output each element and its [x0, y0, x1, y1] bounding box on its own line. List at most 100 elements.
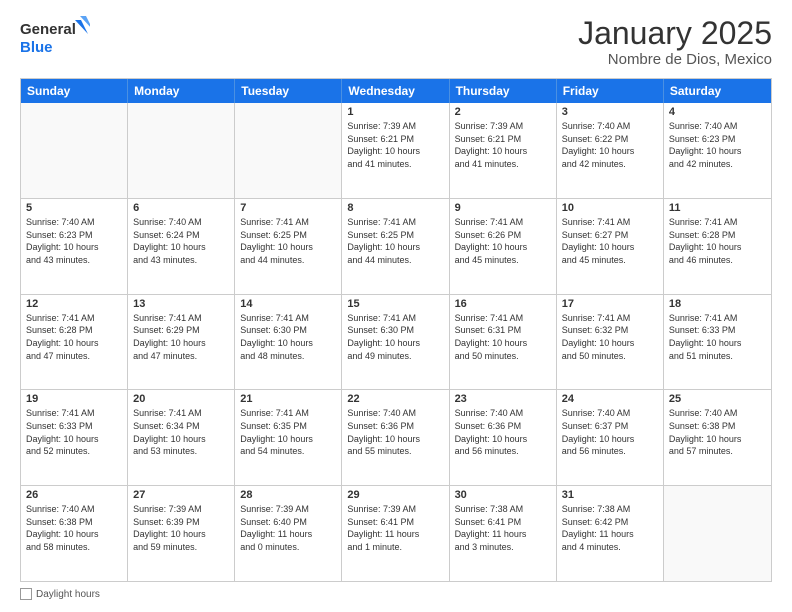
daylight-legend-box: [20, 588, 32, 600]
day-number: 24: [562, 393, 658, 405]
day-number: 31: [562, 489, 658, 501]
svg-text:Blue: Blue: [20, 39, 53, 56]
day-info: Sunrise: 7:39 AM Sunset: 6:41 PM Dayligh…: [347, 503, 443, 553]
calendar-cell: 27 Sunrise: 7:39 AM Sunset: 6:39 PM Dayli…: [128, 486, 235, 581]
day-info: Sunrise: 7:41 AM Sunset: 6:35 PM Dayligh…: [240, 407, 336, 457]
day-number: 1: [347, 106, 443, 118]
day-number: 7: [240, 202, 336, 214]
day-info: Sunrise: 7:39 AM Sunset: 6:40 PM Dayligh…: [240, 503, 336, 553]
day-number: 6: [133, 202, 229, 214]
day-number: 16: [455, 298, 551, 310]
day-number: 17: [562, 298, 658, 310]
day-number: 12: [26, 298, 122, 310]
day-info: Sunrise: 7:40 AM Sunset: 6:22 PM Dayligh…: [562, 120, 658, 170]
calendar-cell: 25 Sunrise: 7:40 AM Sunset: 6:38 PM Dayli…: [664, 390, 771, 485]
calendar: SundayMondayTuesdayWednesdayThursdayFrid…: [20, 78, 772, 582]
day-number: 25: [669, 393, 766, 405]
calendar-cell: 14Sunrise: 7:41 AM Sunset: 6:30 PM Dayli…: [235, 295, 342, 390]
calendar-cell: 24 Sunrise: 7:40 AM Sunset: 6:37 PM Dayli…: [557, 390, 664, 485]
cal-header-day: Friday: [557, 79, 664, 103]
calendar-cell: 23Sunrise: 7:40 AM Sunset: 6:36 PM Dayli…: [450, 390, 557, 485]
day-info: Sunrise: 7:40 AM Sunset: 6:23 PM Dayligh…: [669, 120, 766, 170]
calendar-cell: 15Sunrise: 7:41 AM Sunset: 6:30 PM Dayli…: [342, 295, 449, 390]
day-info: Sunrise: 7:40 AM Sunset: 6:38 PM Dayligh…: [669, 407, 766, 457]
calendar-header: SundayMondayTuesdayWednesdayThursdayFrid…: [21, 79, 771, 103]
day-info: Sunrise: 7:40 AM Sunset: 6:23 PM Dayligh…: [26, 216, 122, 266]
day-info: Sunrise: 7:40 AM Sunset: 6:36 PM Dayligh…: [455, 407, 551, 457]
cal-header-day: Sunday: [21, 79, 128, 103]
calendar-cell: 1 Sunrise: 7:39 AM Sunset: 6:21 PM Daylig…: [342, 103, 449, 198]
calendar-cell: [664, 486, 771, 581]
day-number: 13: [133, 298, 229, 310]
day-number: 15: [347, 298, 443, 310]
calendar-cell: 16 Sunrise: 7:41 AM Sunset: 6:31 PM Dayli…: [450, 295, 557, 390]
day-number: 11: [669, 202, 766, 214]
calendar-cell: 9Sunrise: 7:41 AM Sunset: 6:26 PM Daylig…: [450, 199, 557, 294]
calendar-cell: 29 Sunrise: 7:39 AM Sunset: 6:41 PM Dayli…: [342, 486, 449, 581]
calendar-row: 1 Sunrise: 7:39 AM Sunset: 6:21 PM Daylig…: [21, 103, 771, 198]
calendar-cell: [21, 103, 128, 198]
day-number: 20: [133, 393, 229, 405]
day-info: Sunrise: 7:39 AM Sunset: 6:21 PM Dayligh…: [347, 120, 443, 170]
calendar-cell: [128, 103, 235, 198]
day-number: 3: [562, 106, 658, 118]
day-number: 18: [669, 298, 766, 310]
header: General Blue January 2025 Nombre de Dios…: [20, 16, 772, 68]
calendar-cell: 31Sunrise: 7:38 AM Sunset: 6:42 PM Dayli…: [557, 486, 664, 581]
day-number: 30: [455, 489, 551, 501]
day-info: Sunrise: 7:41 AM Sunset: 6:33 PM Dayligh…: [26, 407, 122, 457]
calendar-cell: 22 Sunrise: 7:40 AM Sunset: 6:36 PM Dayli…: [342, 390, 449, 485]
footer: Daylight hours: [20, 588, 772, 600]
day-number: 4: [669, 106, 766, 118]
calendar-cell: 6 Sunrise: 7:40 AM Sunset: 6:24 PM Daylig…: [128, 199, 235, 294]
calendar-cell: 12 Sunrise: 7:41 AM Sunset: 6:28 PM Dayli…: [21, 295, 128, 390]
logo: General Blue: [20, 16, 90, 60]
day-info: Sunrise: 7:40 AM Sunset: 6:36 PM Dayligh…: [347, 407, 443, 457]
day-number: 29: [347, 489, 443, 501]
day-number: 21: [240, 393, 336, 405]
day-info: Sunrise: 7:41 AM Sunset: 6:25 PM Dayligh…: [240, 216, 336, 266]
day-number: 2: [455, 106, 551, 118]
day-info: Sunrise: 7:41 AM Sunset: 6:29 PM Dayligh…: [133, 312, 229, 362]
day-number: 27: [133, 489, 229, 501]
calendar-body: 1 Sunrise: 7:39 AM Sunset: 6:21 PM Daylig…: [21, 103, 771, 581]
day-number: 22: [347, 393, 443, 405]
calendar-cell: 3 Sunrise: 7:40 AM Sunset: 6:22 PM Daylig…: [557, 103, 664, 198]
day-info: Sunrise: 7:41 AM Sunset: 6:27 PM Dayligh…: [562, 216, 658, 266]
calendar-row: 26Sunrise: 7:40 AM Sunset: 6:38 PM Dayli…: [21, 485, 771, 581]
calendar-cell: 26Sunrise: 7:40 AM Sunset: 6:38 PM Dayli…: [21, 486, 128, 581]
day-info: Sunrise: 7:41 AM Sunset: 6:25 PM Dayligh…: [347, 216, 443, 266]
calendar-cell: 18Sunrise: 7:41 AM Sunset: 6:33 PM Dayli…: [664, 295, 771, 390]
calendar-cell: 19 Sunrise: 7:41 AM Sunset: 6:33 PM Dayli…: [21, 390, 128, 485]
calendar-cell: 7 Sunrise: 7:41 AM Sunset: 6:25 PM Daylig…: [235, 199, 342, 294]
calendar-cell: 2 Sunrise: 7:39 AM Sunset: 6:21 PM Daylig…: [450, 103, 557, 198]
day-info: Sunrise: 7:40 AM Sunset: 6:37 PM Dayligh…: [562, 407, 658, 457]
day-info: Sunrise: 7:39 AM Sunset: 6:21 PM Dayligh…: [455, 120, 551, 170]
day-number: 9: [455, 202, 551, 214]
calendar-cell: 10 Sunrise: 7:41 AM Sunset: 6:27 PM Dayli…: [557, 199, 664, 294]
calendar-cell: 28 Sunrise: 7:39 AM Sunset: 6:40 PM Dayli…: [235, 486, 342, 581]
calendar-cell: 17Sunrise: 7:41 AM Sunset: 6:32 PM Dayli…: [557, 295, 664, 390]
calendar-row: 19 Sunrise: 7:41 AM Sunset: 6:33 PM Dayli…: [21, 389, 771, 485]
day-number: 10: [562, 202, 658, 214]
day-info: Sunrise: 7:41 AM Sunset: 6:28 PM Dayligh…: [669, 216, 766, 266]
day-info: Sunrise: 7:41 AM Sunset: 6:30 PM Dayligh…: [240, 312, 336, 362]
day-info: Sunrise: 7:40 AM Sunset: 6:38 PM Dayligh…: [26, 503, 122, 553]
day-info: Sunrise: 7:39 AM Sunset: 6:39 PM Dayligh…: [133, 503, 229, 553]
calendar-cell: 13 Sunrise: 7:41 AM Sunset: 6:29 PM Dayli…: [128, 295, 235, 390]
day-number: 28: [240, 489, 336, 501]
title-block: January 2025 Nombre de Dios, Mexico: [578, 16, 772, 68]
day-number: 19: [26, 393, 122, 405]
cal-header-day: Monday: [128, 79, 235, 103]
day-info: Sunrise: 7:40 AM Sunset: 6:24 PM Dayligh…: [133, 216, 229, 266]
daylight-label: Daylight hours: [36, 589, 100, 600]
calendar-row: 5 Sunrise: 7:40 AM Sunset: 6:23 PM Daylig…: [21, 198, 771, 294]
calendar-row: 12 Sunrise: 7:41 AM Sunset: 6:28 PM Dayli…: [21, 294, 771, 390]
day-info: Sunrise: 7:41 AM Sunset: 6:28 PM Dayligh…: [26, 312, 122, 362]
cal-header-day: Saturday: [664, 79, 771, 103]
day-number: 5: [26, 202, 122, 214]
day-info: Sunrise: 7:41 AM Sunset: 6:34 PM Dayligh…: [133, 407, 229, 457]
day-info: Sunrise: 7:41 AM Sunset: 6:31 PM Dayligh…: [455, 312, 551, 362]
calendar-cell: 30Sunrise: 7:38 AM Sunset: 6:41 PM Dayli…: [450, 486, 557, 581]
month-title: January 2025: [578, 16, 772, 51]
